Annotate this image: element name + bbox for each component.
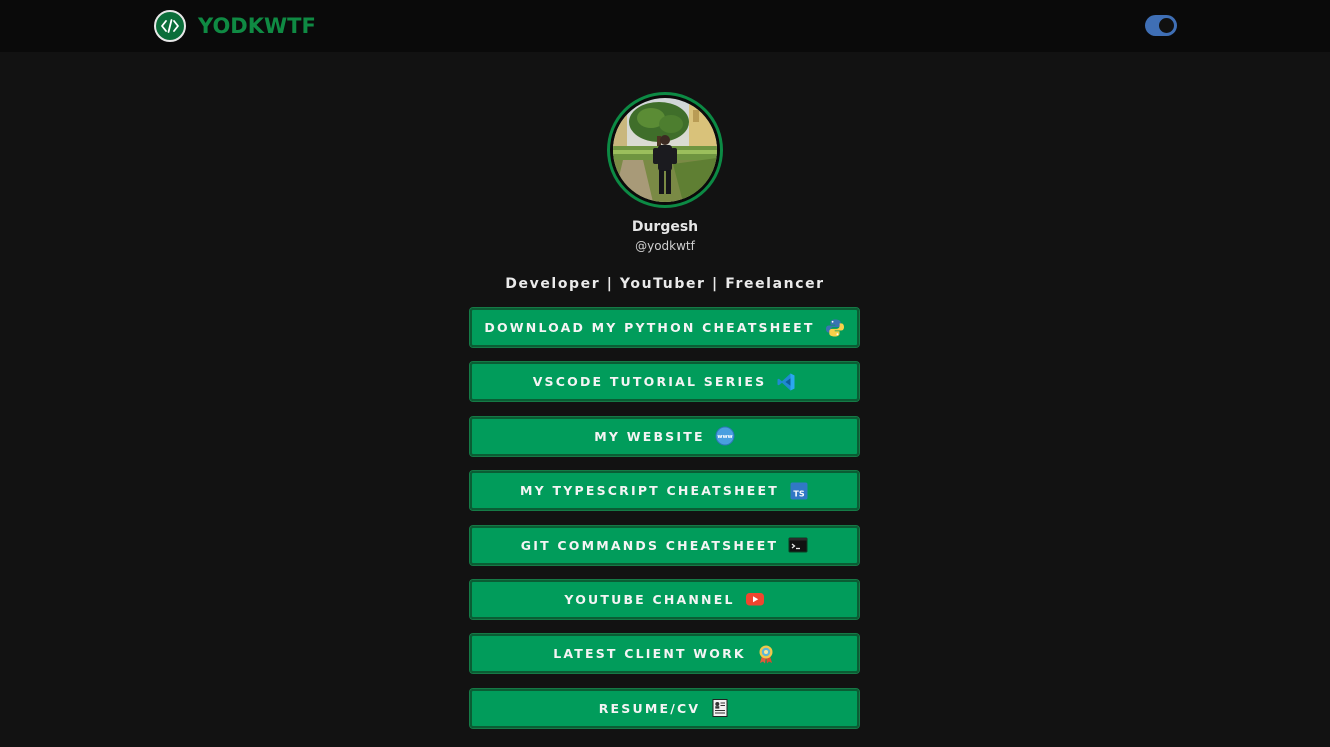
terminal-icon: [788, 535, 808, 555]
link-label: MY TYPESCRIPT CHEATSHEET: [520, 483, 779, 499]
link-label: RESUME/CV: [598, 700, 701, 716]
toggle-knob: [1159, 18, 1174, 33]
link-button-latest-client-work[interactable]: LATEST CLIENT WORK: [469, 633, 860, 675]
link-label: LATEST CLIENT WORK: [553, 646, 746, 662]
award-icon: [756, 644, 776, 664]
youtube-icon: [745, 589, 765, 609]
link-label: DOWNLOAD MY PYTHON CHEATSHEET: [484, 320, 815, 335]
link-label: MY WEBSITE: [594, 428, 705, 444]
brand-name: YODKWTF: [198, 14, 316, 38]
links-list: DOWNLOAD MY PYTHON CHEATSHEET VSCODE TUT…: [469, 307, 860, 743]
code-brackets-icon: [154, 10, 186, 42]
profile-photo: [613, 98, 717, 202]
typescript-icon: TS: [789, 481, 809, 501]
avatar: [607, 92, 723, 208]
globe-icon: www: [715, 426, 735, 446]
link-button-my-website[interactable]: MY WEBSITE www: [469, 415, 860, 457]
link-button-vscode-series[interactable]: VSCODE TUTORIAL SERIES: [469, 361, 860, 403]
link-label: GIT COMMANDS CHEATSHEET: [520, 537, 779, 553]
profile-handle: @yodkwtf: [635, 239, 695, 253]
link-label: YOUTUBE CHANNEL: [564, 591, 735, 607]
link-button-youtube-channel[interactable]: YOUTUBE CHANNEL: [469, 578, 860, 620]
profile-section: Durgesh @yodkwtf: [0, 92, 1330, 254]
link-button-python-cheatsheet[interactable]: DOWNLOAD MY PYTHON CHEATSHEET: [469, 307, 860, 348]
theme-toggle[interactable]: [1145, 15, 1177, 36]
tagline: Developer | YouTuber | Freelancer: [505, 276, 825, 292]
link-button-typescript-cheatsheet[interactable]: MY TYPESCRIPT CHEATSHEET TS: [469, 470, 860, 512]
link-label: VSCODE TUTORIAL SERIES: [532, 374, 767, 390]
svg-text:www: www: [717, 434, 732, 440]
navbar: YODKWTF: [0, 0, 1330, 52]
link-button-git-cheatsheet[interactable]: GIT COMMANDS CHEATSHEET: [469, 524, 860, 566]
svg-text:TS: TS: [793, 489, 804, 498]
vscode-icon: [776, 372, 796, 392]
brand-link[interactable]: YODKWTF: [154, 8, 316, 44]
profile-name: Durgesh: [631, 219, 699, 235]
python-icon: [825, 318, 845, 338]
link-button-resume-cv[interactable]: RESUME/CV: [469, 687, 860, 729]
resume-icon: [710, 698, 730, 718]
